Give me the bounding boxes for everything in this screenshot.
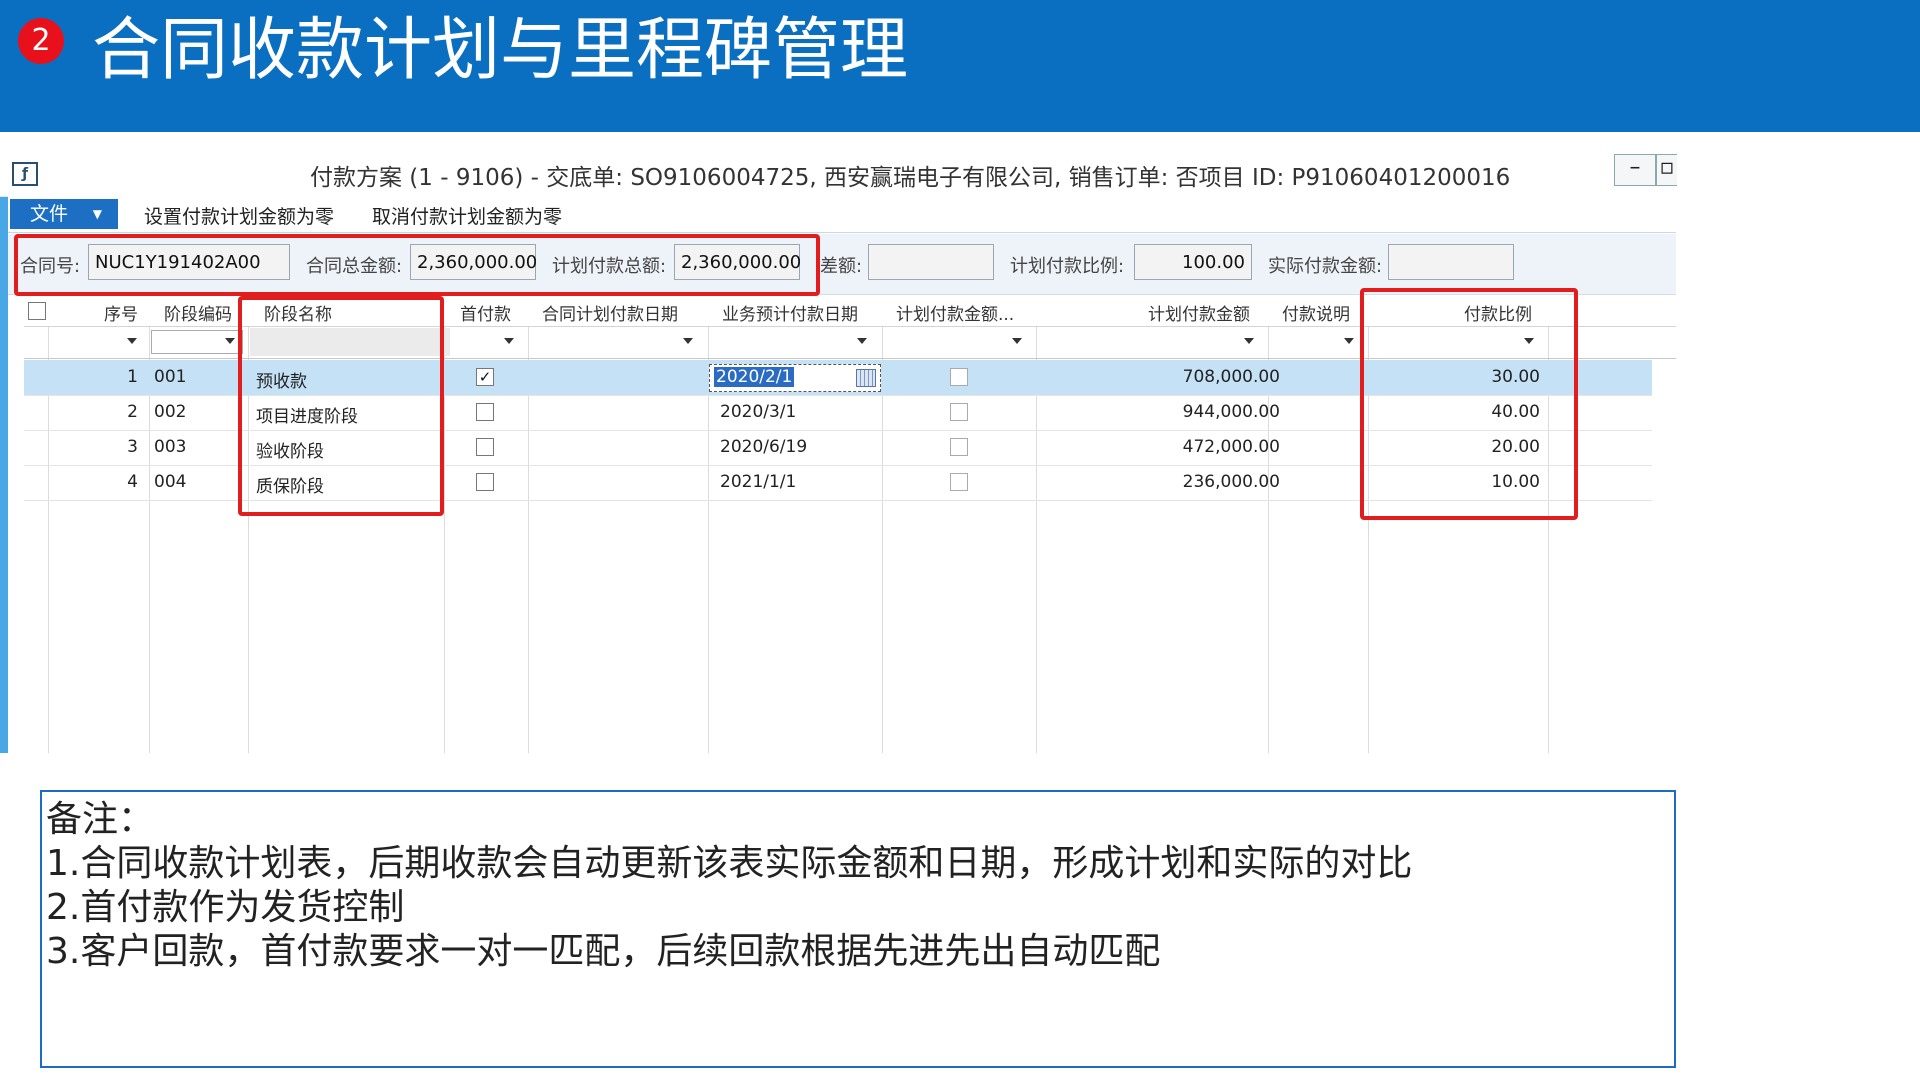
header-biz-date[interactable]: 业务预计付款日期 [722,300,858,325]
header-stage-code[interactable]: 阶段编码 [164,300,232,325]
plan-amount-flag-checkbox[interactable] [950,438,968,456]
file-menu-button[interactable]: 文件 ▼ [10,199,118,229]
row-stage-code: 003 [154,437,187,457]
row-seq: 1 [127,367,138,387]
filter-dropdown-icon[interactable] [1344,338,1354,344]
window-title: 付款方案 (1 - 9106) - 交底单: SO9106004725, 西安赢… [310,165,1511,191]
notes-line: 2.首付款作为发货控制 [46,887,405,928]
highlight-stage-name-column [238,296,444,516]
row-plan-amount: 236,000.00 [1182,472,1280,492]
notes-box: 备注： 1.合同收款计划表，后期收款会自动更新该表实际金额和日期，形成计划和实际… [40,790,1676,1068]
first-payment-checkbox[interactable] [476,403,494,421]
row-seq: 4 [127,472,138,492]
plan-amount-flag-checkbox[interactable] [950,403,968,421]
row-seq: 2 [127,402,138,422]
file-menu-label: 文件 [30,203,69,225]
header-plan-amount-flag[interactable]: 计划付款金额... [896,300,1014,325]
notes-line: 1.合同收款计划表，后期收款会自动更新该表实际金额和日期，形成计划和实际的对比 [46,843,1413,884]
row-stage-code: 002 [154,402,187,422]
notes-line: 3.客户回款，首付款要求一对一匹配，后续回款根据先进先出自动匹配 [46,931,1161,972]
app-window-icon: ƒ [12,162,38,186]
header-first-payment[interactable]: 首付款 [460,300,511,325]
row-plan-amount: 472,000.00 [1182,437,1280,457]
slide-title: 合同收款计划与里程碑管理 [92,11,909,90]
actual-amount-field[interactable] [1388,244,1514,280]
header-seq[interactable]: 序号 [104,300,138,325]
row-seq: 3 [127,437,138,457]
payment-plan-window: ƒ 付款方案 (1 - 9106) - 交底单: SO9106004725, 西… [0,150,1677,753]
filter-dropdown-icon[interactable] [1012,338,1022,344]
filter-dropdown-icon[interactable] [683,338,693,344]
window-titlebar[interactable]: ƒ 付款方案 (1 - 9106) - 交底单: SO9106004725, 西… [0,150,1677,197]
actual-amount-label: 实际付款金额: [1268,256,1383,277]
header-contract-date[interactable]: 合同计划付款日期 [542,300,678,325]
row-biz-date[interactable]: 2020/6/19 [720,437,807,457]
filter-dropdown-icon[interactable] [1244,338,1254,344]
slide-header: 2 合同收款计划与里程碑管理 [0,0,1920,132]
highlight-contract-fields [14,234,820,296]
filter-dropdown-icon[interactable] [857,338,867,344]
plan-ratio-label: 计划付款比例: [1010,256,1125,277]
cancel-amount-zero-button[interactable]: 取消付款计划金额为零 [372,202,562,229]
restore-button[interactable]: ▫ [1656,154,1677,186]
notes-title: 备注： [46,799,155,840]
filter-dropdown-icon[interactable] [504,338,514,344]
header-plan-amount[interactable]: 计划付款金额 [1148,300,1250,325]
diff-field[interactable] [868,244,994,280]
window-left-edge [0,150,8,753]
biz-date-editor[interactable]: 2020/2/1 [709,364,881,392]
first-payment-checkbox[interactable] [476,473,494,491]
row-plan-amount: 708,000.00 [1182,367,1280,387]
first-payment-checkbox[interactable]: ✓ [476,368,494,386]
row-biz-date[interactable]: 2020/3/1 [720,402,796,422]
calendar-icon[interactable] [856,369,876,387]
diff-label: 差额: [820,256,863,277]
menu-bar: 文件 ▼ 设置付款计划金额为零 取消付款计划金额为零 [8,196,1676,233]
row-biz-date[interactable]: 2021/1/1 [720,472,796,492]
header-payment-note[interactable]: 付款说明 [1282,300,1350,325]
filter-dropdown-icon[interactable] [127,338,137,344]
row-stage-code: 001 [154,367,187,387]
highlight-payment-ratio-column [1360,288,1578,520]
plan-amount-flag-checkbox[interactable] [950,473,968,491]
filter-dropdown-icon[interactable] [225,338,235,344]
select-all-checkbox[interactable] [28,302,46,320]
row-stage-code: 004 [154,472,187,492]
row-plan-amount: 944,000.00 [1182,402,1280,422]
plan-amount-flag-checkbox[interactable] [950,368,968,386]
plan-ratio-field[interactable]: 100.00 [1134,244,1252,280]
biz-date-value[interactable]: 2020/2/1 [714,367,795,387]
step-badge: 2 [18,18,64,64]
minimize-button[interactable]: – [1614,154,1656,186]
chevron-down-icon: ▼ [92,207,102,221]
set-amount-zero-button[interactable]: 设置付款计划金额为零 [144,202,334,229]
first-payment-checkbox[interactable] [476,438,494,456]
